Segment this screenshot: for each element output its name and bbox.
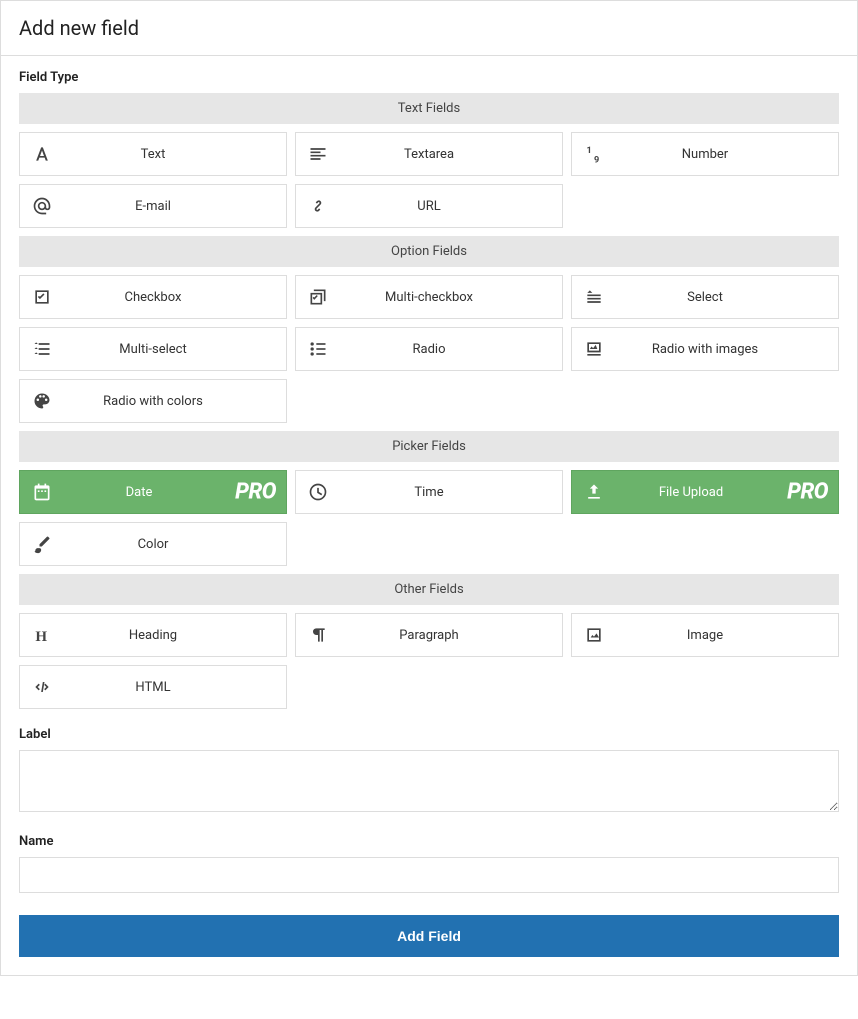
name-input[interactable] <box>19 857 839 893</box>
field-type-label: Heading <box>64 628 286 643</box>
field-type-grid: Checkbox Multi-checkbox Select Multi-select… <box>19 275 839 423</box>
checkbox-icon <box>20 287 64 307</box>
field-type-label: Text <box>64 147 286 162</box>
field-type-label: Paragraph <box>340 628 562 643</box>
field-type-label: Multi-checkbox <box>340 290 562 305</box>
field-type-color[interactable]: Color <box>19 522 287 566</box>
font-icon <box>20 144 64 164</box>
field-type-grid: TextTextarea19NumberE-mailURL <box>19 132 839 228</box>
number-icon: 19 <box>572 144 616 164</box>
field-type-image[interactable]: Image <box>571 613 839 657</box>
field-type-html[interactable]: HTML <box>19 665 287 709</box>
field-type-select[interactable]: Select <box>571 275 839 319</box>
name-field-label: Name <box>19 834 839 849</box>
field-type-grid: H Heading Paragraph Image HTML <box>19 613 839 709</box>
group-header: Picker Fields <box>19 431 839 462</box>
field-type-label: Checkbox <box>64 290 286 305</box>
label-field-label: Label <box>19 727 839 742</box>
field-type-label: Field Type <box>19 70 839 85</box>
field-type-label: URL <box>340 199 562 214</box>
pro-badge: PRO <box>787 480 828 505</box>
field-type-label: Radio with colors <box>64 394 286 409</box>
add-field-button[interactable]: Add Field <box>19 915 839 957</box>
field-type-multi-checkbox[interactable]: Multi-checkbox <box>295 275 563 319</box>
group-header: Option Fields <box>19 236 839 267</box>
panel-title: Add new field <box>1 1 857 56</box>
multi-select-icon <box>20 339 64 359</box>
align-left-icon <box>296 144 340 164</box>
field-type-time[interactable]: Time <box>295 470 563 514</box>
field-type-file-upload[interactable]: File UploadPRO <box>571 470 839 514</box>
field-type-label: HTML <box>64 680 286 695</box>
field-type-number[interactable]: 19Number <box>571 132 839 176</box>
svg-text:H: H <box>35 629 47 645</box>
at-icon <box>20 196 64 216</box>
name-row: Name <box>19 834 839 893</box>
field-type-text[interactable]: Text <box>19 132 287 176</box>
field-type-label: Textarea <box>340 147 562 162</box>
field-type-label: Radio <box>340 342 562 357</box>
field-type-checkbox[interactable]: Checkbox <box>19 275 287 319</box>
group-header: Other Fields <box>19 574 839 605</box>
field-type-radio-images[interactable]: Radio with images <box>571 327 839 371</box>
field-type-date[interactable]: DatePRO <box>19 470 287 514</box>
field-type-label: Image <box>616 628 838 643</box>
field-type-label: E-mail <box>64 199 286 214</box>
field-type-label: Select <box>616 290 838 305</box>
panel-body: Field Type Text FieldsTextTextarea19Numb… <box>1 56 857 975</box>
image-radio-icon <box>572 339 616 359</box>
field-type-email[interactable]: E-mail <box>19 184 287 228</box>
group-header: Text Fields <box>19 93 839 124</box>
field-type-textarea[interactable]: Textarea <box>295 132 563 176</box>
field-type-radio-colors[interactable]: Radio with colors <box>19 379 287 423</box>
radio-icon <box>296 339 340 359</box>
field-type-label: Multi-select <box>64 342 286 357</box>
clock-icon <box>296 482 340 502</box>
image-icon <box>572 625 616 645</box>
field-type-label: Number <box>616 147 838 162</box>
svg-text:9: 9 <box>594 155 599 164</box>
field-type-label: Time <box>340 485 562 500</box>
field-type-grid: DatePRO Time File UploadPRO Color <box>19 470 839 566</box>
field-type-radio[interactable]: Radio <box>295 327 563 371</box>
select-icon <box>572 287 616 307</box>
label-row: Label <box>19 727 839 816</box>
field-type-paragraph[interactable]: Paragraph <box>295 613 563 657</box>
field-type-label: Color <box>64 537 286 552</box>
link-icon <box>296 196 340 216</box>
heading-icon: H <box>20 625 64 645</box>
label-input[interactable] <box>19 750 839 812</box>
paragraph-icon <box>296 625 340 645</box>
pro-badge: PRO <box>235 480 276 505</box>
add-field-panel: Add new field Field Type Text Fields Text… <box>0 0 858 976</box>
field-type-url[interactable]: URL <box>295 184 563 228</box>
palette-icon <box>20 391 64 411</box>
field-type-label: Radio with images <box>616 342 838 357</box>
brush-icon <box>20 534 64 554</box>
svg-text:1: 1 <box>587 146 592 156</box>
multi-checkbox-icon <box>296 287 340 307</box>
field-type-heading[interactable]: H Heading <box>19 613 287 657</box>
field-type-multi-select[interactable]: Multi-select <box>19 327 287 371</box>
calendar-icon <box>20 482 64 502</box>
code-icon <box>20 677 64 697</box>
upload-icon <box>572 482 616 502</box>
